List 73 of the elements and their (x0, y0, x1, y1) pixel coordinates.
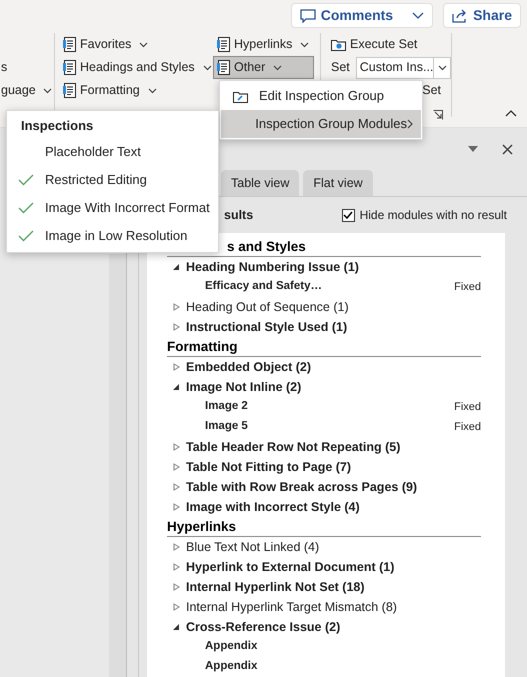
chevron-icon (300, 42, 310, 48)
tree-item[interactable]: Blue Text Not Linked (4) (186, 538, 320, 556)
tree-item[interactable]: Heading Numbering Issue (1) (186, 258, 359, 276)
tree-item[interactable]: Table Not Fitting to Page (7) (186, 458, 352, 476)
result-item[interactable]: Efficacy and Safety… (205, 278, 322, 296)
menu-item[interactable]: Edit Inspection Group (221, 82, 421, 110)
tree-item[interactable]: Table Header Row Not Repeating (5) (186, 438, 400, 456)
tree-item[interactable]: Instructional Style Used (1) (186, 318, 348, 336)
menu-item[interactable]: Restricted Editing (7, 166, 218, 194)
result-item[interactable]: Appendix (205, 638, 258, 656)
chevron-icon (139, 42, 148, 48)
inspection-dropdown[interactable]: Favorites (59, 33, 213, 56)
comments-button[interactable]: Comments (290, 3, 434, 28)
group-heading: Hyperlinks (167, 519, 236, 534)
section-title: sults (224, 206, 254, 224)
result-item[interactable]: Image 5 (205, 418, 248, 436)
document-icon (63, 83, 76, 98)
document-icon (63, 37, 76, 52)
comment-icon (300, 8, 316, 22)
chevron-icon (202, 64, 212, 70)
inspection-dropdown[interactable]: Formatting (59, 79, 213, 102)
scroll-bar[interactable] (109, 254, 126, 677)
tree-item[interactable]: Embedded Object (2) (186, 358, 312, 376)
tree-item[interactable]: Internal Hyperlink Target Mismatch (8) (186, 598, 397, 616)
status-text: Fixed (454, 420, 481, 435)
chevron-icon (273, 64, 282, 70)
chevron-icon (42, 88, 52, 94)
collapse-icon (505, 109, 517, 117)
view-tab[interactable]: Table view (221, 170, 300, 196)
group-heading: s and Styles (227, 239, 306, 254)
submenu-item[interactable]: Inspection Group Modules (221, 110, 421, 138)
chevron-right-icon (407, 119, 413, 129)
tree-item[interactable]: Internal Hyperlink Not Set (18) (186, 578, 365, 596)
tree-item[interactable]: Table with Row Break across Pages (9) (186, 478, 418, 496)
share-button[interactable]: Share (443, 3, 521, 28)
chevron-icon (148, 88, 157, 94)
tree-item[interactable]: Image Not Inline (2) (186, 378, 302, 396)
hide-checkbox[interactable]: Hide modules with no result (342, 206, 507, 224)
dialog-launcher-icon (433, 110, 443, 120)
ribbon-label: Set (422, 82, 441, 100)
inspection-dropdown[interactable]: Headings and Styles (59, 56, 213, 79)
ribbon-label: s (0, 59, 8, 76)
check-icon (343, 211, 354, 219)
dropdown-icon (468, 146, 478, 152)
chevron-icon (438, 64, 448, 70)
share-icon (452, 8, 468, 23)
close-icon (502, 144, 513, 154)
status-text: Fixed (454, 280, 481, 295)
tree-item[interactable]: Hyperlink to External Document (1) (186, 558, 394, 576)
menu-heading: Inspections (20, 117, 94, 136)
tree-item[interactable]: Heading Out of Sequence (1) (186, 298, 349, 316)
document-icon (217, 60, 230, 75)
document-icon (63, 60, 76, 75)
execute-set-button[interactable]: Execute Set (327, 33, 445, 56)
set-label: Set (331, 59, 350, 76)
group-heading: Formatting (167, 339, 238, 354)
chevron-icon (412, 12, 424, 20)
status-text: Fixed (454, 400, 481, 415)
result-item[interactable]: Image 2 (205, 398, 248, 416)
language-dropdown[interactable]: guage (0, 79, 48, 102)
inspection-dropdown[interactable]: Other (213, 56, 314, 79)
inspection-dropdown[interactable]: Hyperlinks (213, 33, 314, 56)
folder-gear-icon (331, 38, 346, 51)
menu-item[interactable]: Image in Low Resolution (7, 222, 218, 250)
tree-item[interactable]: Image with Incorrect Style (4) (186, 498, 360, 516)
result-item[interactable]: Appendix (205, 658, 258, 676)
tree-item[interactable]: Cross-Reference Issue (2) (186, 618, 340, 636)
menu-item[interactable]: Placeholder Text (7, 138, 218, 166)
document-icon (217, 37, 230, 52)
view-tab[interactable]: Flat view (303, 170, 373, 196)
set-combobox[interactable]: Custom Ins... (356, 56, 451, 78)
menu-item[interactable]: Image With Incorrect Format (7, 194, 218, 222)
folder-pen-icon (232, 90, 248, 102)
